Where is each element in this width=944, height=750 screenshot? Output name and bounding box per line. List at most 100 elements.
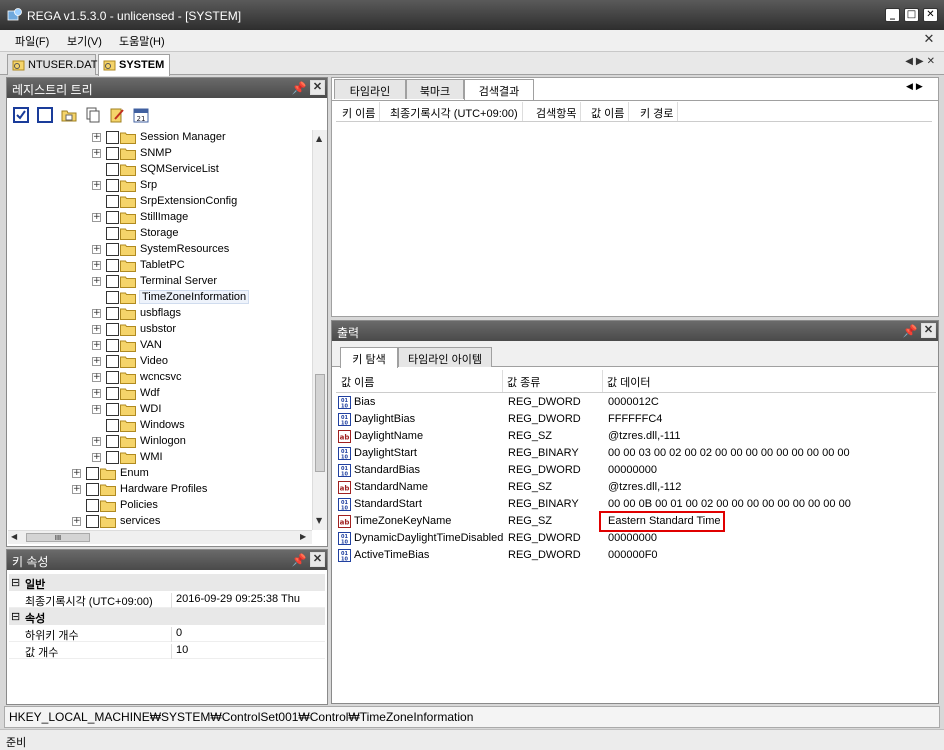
tree-node[interactable]: + Winlogon [8, 434, 313, 450]
tab-key-explore[interactable]: 키 탐색 [340, 347, 398, 368]
tab-ntuser-dat[interactable]: NTUSER.DAT [7, 54, 97, 75]
tree-node[interactable]: + StillImage [8, 210, 313, 226]
tree-node[interactable]: + services [8, 514, 313, 530]
tree-node[interactable]: + WMI [8, 450, 313, 466]
tree-node[interactable]: Storage [8, 226, 313, 242]
menu-view[interactable]: 보기(V) [67, 33, 102, 49]
expand-icon[interactable]: + [92, 261, 101, 270]
node-checkbox[interactable] [86, 467, 99, 480]
expand-icon[interactable]: + [92, 213, 101, 222]
expand-icon[interactable]: + [92, 341, 101, 350]
tree-node[interactable]: + Enum [8, 466, 313, 482]
expand-icon[interactable]: + [92, 453, 101, 462]
expand-icon[interactable]: + [92, 405, 101, 414]
expand-icon[interactable]: + [92, 309, 101, 318]
node-checkbox[interactable] [106, 451, 119, 464]
node-checkbox[interactable] [106, 387, 119, 400]
tree-node[interactable]: + VAN [8, 338, 313, 354]
tree-node[interactable]: + Hardware Profiles [8, 482, 313, 498]
node-checkbox[interactable] [106, 259, 119, 272]
column-header-last-write[interactable]: 최종기록시각 (UTC+09:00) [386, 102, 523, 121]
tree-node[interactable]: + usbflags [8, 306, 313, 322]
pin-icon[interactable]: 📌 [291, 80, 307, 96]
column-header-value-data[interactable]: 값 데이터 [603, 370, 936, 392]
scroll-down-icon[interactable]: ▼ [316, 516, 322, 525]
scroll-right-icon[interactable]: ▶ [300, 532, 306, 541]
value-row[interactable]: 01 10 Bias REG_DWORD 0000012C [336, 394, 936, 411]
tab-bookmark[interactable]: 북마크 [406, 79, 464, 99]
collapse-icon[interactable]: ⊟ [11, 576, 20, 589]
tab-system[interactable]: SYSTEM [98, 54, 170, 76]
node-checkbox[interactable] [106, 147, 119, 160]
tree-node[interactable]: + wcncsvc [8, 370, 313, 386]
tab-timeline-items[interactable]: 타임라인 아이템 [398, 347, 492, 367]
value-row[interactable]: ab StandardName REG_SZ @tzres.dll,-112 [336, 479, 936, 496]
node-checkbox[interactable] [106, 371, 119, 384]
node-checkbox[interactable] [106, 403, 119, 416]
tree-node[interactable]: + TabletPC [8, 258, 313, 274]
node-checkbox[interactable] [106, 307, 119, 320]
value-row[interactable]: 01 10 ActiveTimeBias REG_DWORD 000000F0 [336, 547, 936, 564]
close-icon[interactable]: ✕ [921, 323, 936, 338]
tree-node[interactable]: + WDI [8, 402, 313, 418]
pin-icon[interactable]: 📌 [291, 552, 307, 568]
node-checkbox[interactable] [106, 323, 119, 336]
node-checkbox[interactable] [106, 355, 119, 368]
tree-vertical-scrollbar[interactable]: ▲ ▼ [312, 130, 327, 530]
scroll-left-icon[interactable]: ◀ [11, 532, 17, 541]
column-header-key-path[interactable]: 키 경로 [636, 102, 679, 121]
pin-icon[interactable]: 📌 [902, 323, 918, 339]
tree-node[interactable]: TimeZoneInformation [8, 290, 313, 306]
node-checkbox[interactable] [106, 195, 119, 208]
tree-node[interactable]: + usbstor [8, 322, 313, 338]
tree-node[interactable]: + Wdf [8, 386, 313, 402]
check-all-icon[interactable] [13, 107, 29, 123]
tab-timeline[interactable]: 타임라인 [334, 79, 406, 99]
node-checkbox[interactable] [86, 515, 99, 528]
collapse-icon[interactable]: ⊟ [11, 610, 20, 623]
value-row[interactable]: 01 10 DaylightBias REG_DWORD FFFFFFC4 [336, 411, 936, 428]
close-document-icon[interactable]: ✕ [922, 33, 936, 48]
property-row[interactable]: 최종기록시각 (UTC+09:00) 2016-09-29 09:25:38 T… [9, 591, 325, 608]
tree-node[interactable]: + Srp [8, 178, 313, 194]
registry-tree[interactable]: + Session Manager + SNMP SQMServiceList + Srp S… [8, 130, 327, 530]
property-category-general[interactable]: ⊟ 일반 [9, 574, 325, 591]
expand-icon[interactable]: + [72, 485, 81, 494]
expand-icon[interactable]: + [92, 149, 101, 158]
tree-node[interactable]: SQMServiceList [8, 162, 313, 178]
minimize-button[interactable]: _ [885, 8, 900, 22]
node-checkbox[interactable] [86, 499, 99, 512]
expand-icon[interactable]: + [92, 389, 101, 398]
tree-node[interactable]: + Video [8, 354, 313, 370]
copy-icon[interactable] [85, 107, 101, 123]
expand-icon[interactable]: + [92, 277, 101, 286]
node-checkbox[interactable] [106, 211, 119, 224]
property-row[interactable]: 하위키 개수 0 [9, 625, 325, 642]
expand-icon[interactable]: + [72, 517, 81, 526]
value-row[interactable]: 01 10 DynamicDaylightTimeDisabled REG_DWORD… [336, 530, 936, 547]
tree-node[interactable]: + SystemResources [8, 242, 313, 258]
node-checkbox[interactable] [106, 291, 119, 304]
tree-hscroll-thumb[interactable]: III [26, 533, 90, 542]
tree-node[interactable]: Policies [8, 498, 313, 514]
tree-node[interactable]: + SNMP [8, 146, 313, 162]
column-header-search-item[interactable]: 검색항목 [532, 102, 582, 121]
node-checkbox[interactable] [106, 339, 119, 352]
column-header-value-type[interactable]: 값 종류 [503, 370, 603, 392]
uncheck-all-icon[interactable] [37, 107, 53, 123]
scroll-up-icon[interactable]: ▲ [316, 134, 322, 143]
property-row[interactable]: 값 개수 10 [9, 642, 325, 659]
node-checkbox[interactable] [106, 243, 119, 256]
value-row[interactable]: ab DaylightName REG_SZ @tzres.dll,-111 [336, 428, 936, 445]
edit-icon[interactable] [109, 107, 125, 123]
value-row[interactable]: 01 10 DaylightStart REG_BINARY 00 00 03 00 0… [336, 445, 936, 462]
menu-help[interactable]: 도움말(H) [119, 33, 165, 49]
node-checkbox[interactable] [106, 435, 119, 448]
column-header-key-name[interactable]: 키 이름 [338, 102, 381, 121]
tab-search-results[interactable]: 검색결과 [464, 79, 534, 100]
tree-horizontal-scrollbar[interactable]: ◀ III ▶ [8, 530, 312, 544]
expand-icon[interactable]: + [92, 373, 101, 382]
column-header-value-name[interactable]: 값 이름 [337, 370, 503, 392]
expand-icon[interactable]: + [92, 245, 101, 254]
tab-nav-arrows-icon[interactable]: ◀▶ [906, 82, 926, 92]
